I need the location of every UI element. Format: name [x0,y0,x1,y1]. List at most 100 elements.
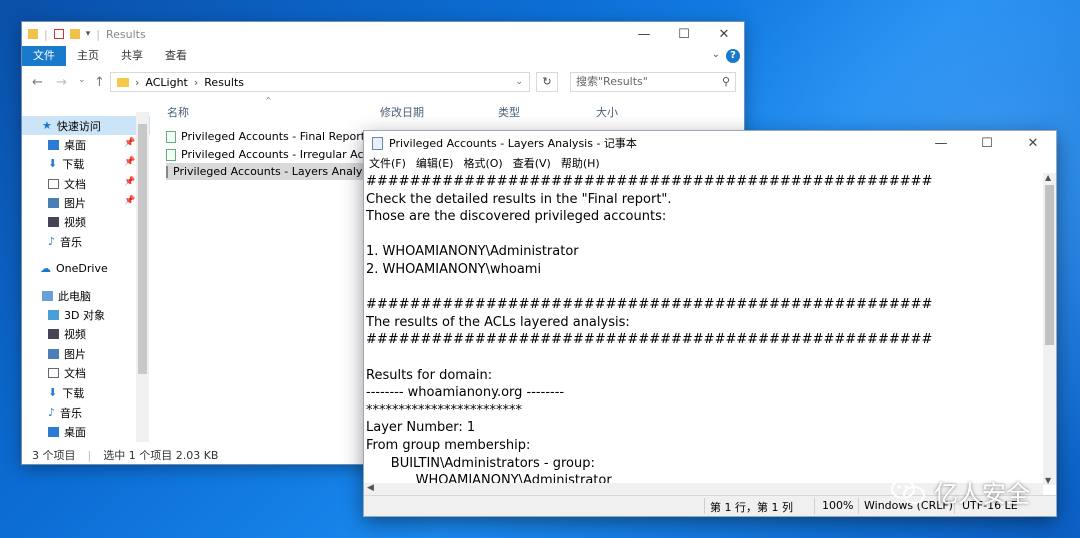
file-name: Privileged Accounts - Irregular Acco... [181,148,387,161]
nav-pictures[interactable]: 图片 [48,193,86,212]
menu-edit[interactable]: 编辑(E) [411,155,459,173]
nav-label: 桌面 [64,138,86,152]
computer-icon [42,290,53,301]
forward-icon[interactable]: → [56,75,67,90]
address-row: ← → ⌄ ↑ › ACLight › Results ⌄ ↻ 搜索"Resul… [22,70,744,96]
item-count: 3 个项目 [32,449,76,462]
breadcrumb-results[interactable]: Results [204,76,244,89]
nav-label: 图片 [64,347,86,361]
nav-this-pc[interactable]: 此电脑 [42,286,91,305]
scrollbar-thumb[interactable] [138,124,147,374]
tab-file[interactable]: 文件 [22,46,66,66]
nav-scrollbar[interactable] [136,112,149,442]
nav-music[interactable]: ♪ 音乐 [48,232,82,251]
video-icon [48,216,59,227]
menu-file[interactable]: 文件(F) [364,155,411,173]
nav-pc-videos[interactable]: 视频 [48,324,86,343]
document-icon [48,178,59,189]
text-vertical-scrollbar[interactable]: ▲ ▼ [1043,173,1056,485]
file-item[interactable]: Privileged Accounts - Irregular Acco... [166,146,387,163]
music-icon: ♪ [48,406,56,419]
nav-onedrive[interactable]: ☁ OneDrive [40,259,108,278]
window-title: Results [105,27,146,41]
picture-icon [48,197,59,208]
nav-documents[interactable]: 文档 [48,174,86,193]
nav-3d-objects[interactable]: 3D 对象 [48,305,105,324]
menu-format[interactable]: 格式(O) [458,155,507,173]
chevron-right-icon: › [193,75,199,89]
up-icon[interactable]: ↑ [94,75,105,90]
cloud-icon: ☁ [40,262,51,275]
scroll-down-icon[interactable]: ▼ [1045,476,1051,485]
nav-videos[interactable]: 视频 [48,212,86,231]
music-icon: ♪ [48,235,56,248]
video-icon [48,328,59,339]
notepad-menubar: 文件(F) 编辑(E) 格式(O) 查看(V) 帮助(H) [364,155,1056,173]
refresh-button[interactable]: ↻ [536,72,558,92]
maximize-button[interactable]: ☐ [664,22,704,46]
wechat-icon [891,478,925,504]
address-bar[interactable]: › ACLight › Results ⌄ [110,72,530,92]
close-button[interactable]: ✕ [704,22,744,46]
document-icon [48,367,59,378]
selection-info: 选中 1 个项目 2.03 KB [103,449,219,462]
menu-help[interactable]: 帮助(H) [556,155,605,173]
nav-downloads[interactable]: ⬇ 下载 [48,154,84,173]
sort-ascending-icon: ^ [265,96,272,105]
text-file-icon [166,165,168,178]
csv-file-icon [166,148,176,161]
expand-ribbon-icon[interactable]: ⌄ [712,49,720,60]
close-button[interactable]: ✕ [1010,131,1056,155]
column-type[interactable]: 类型 [498,104,520,122]
column-modified[interactable]: 修改日期 [380,104,424,122]
nav-pc-downloads[interactable]: ⬇ 下载 [48,383,84,402]
tab-home[interactable]: 主页 [66,46,110,66]
breadcrumb-aclight[interactable]: ACLight [145,76,187,89]
cube-icon [48,309,59,320]
pin-icon: 📌 [124,157,136,167]
nav-label: 此电脑 [58,289,91,303]
tab-share[interactable]: 共享 [110,46,154,66]
file-name: Privileged Accounts - Final Report [181,130,366,143]
folder-icon [28,29,38,39]
picture-icon [48,348,59,359]
customize-dropdown-icon[interactable]: ▾ [86,29,91,39]
nav-label: 文档 [64,366,86,380]
recent-locations-icon[interactable]: ⌄ [78,75,86,85]
nav-label: 文档 [64,177,86,191]
back-icon[interactable]: ← [32,75,43,90]
properties-icon[interactable] [53,29,64,39]
scrollbar-thumb[interactable] [1045,185,1054,345]
nav-desktop[interactable]: 桌面 [48,135,86,154]
minimize-button[interactable]: — [624,22,664,46]
explorer-titlebar: | ▾ | Results — ☐ ✕ [22,22,744,46]
ribbon-tabs: 文件 主页 共享 查看 ⌄ ? [22,46,744,66]
file-item[interactable]: Privileged Accounts - Final Report [166,128,365,145]
star-icon: ★ [42,119,52,132]
address-dropdown-icon[interactable]: ⌄ [515,77,523,87]
nav-pc-documents[interactable]: 文档 [48,363,86,382]
column-name[interactable]: 名称 [167,104,189,122]
notepad-text-area[interactable]: ########################################… [366,173,1042,483]
nav-quick-access[interactable]: ★ 快速访问 [22,116,150,135]
maximize-button[interactable]: ☐ [964,131,1010,155]
new-folder-icon[interactable] [69,29,80,39]
minimize-button[interactable]: — [918,131,964,155]
nav-pc-music[interactable]: ♪ 音乐 [48,403,82,422]
nav-label: 视频 [64,327,86,341]
desktop-icon [48,426,59,437]
chevron-right-icon: › [135,75,140,89]
nav-pc-pictures[interactable]: 图片 [48,344,86,363]
nav-label: 3D 对象 [64,308,105,322]
nav-label: 下载 [62,157,85,171]
file-item-selected[interactable]: Privileged Accounts - Layers Analysis [166,163,377,180]
menu-view[interactable]: 查看(V) [508,155,556,173]
column-size[interactable]: 大小 [596,104,618,122]
tab-view[interactable]: 查看 [154,46,198,66]
search-input[interactable]: 搜索"Results" ⚲ [570,72,736,92]
help-icon[interactable]: ? [726,49,740,63]
folder-icon [117,77,129,87]
scroll-up-icon[interactable]: ▲ [1045,173,1051,182]
nav-pc-desktop[interactable]: 桌面 [48,422,86,441]
scroll-left-icon[interactable]: ◀ [367,483,374,493]
